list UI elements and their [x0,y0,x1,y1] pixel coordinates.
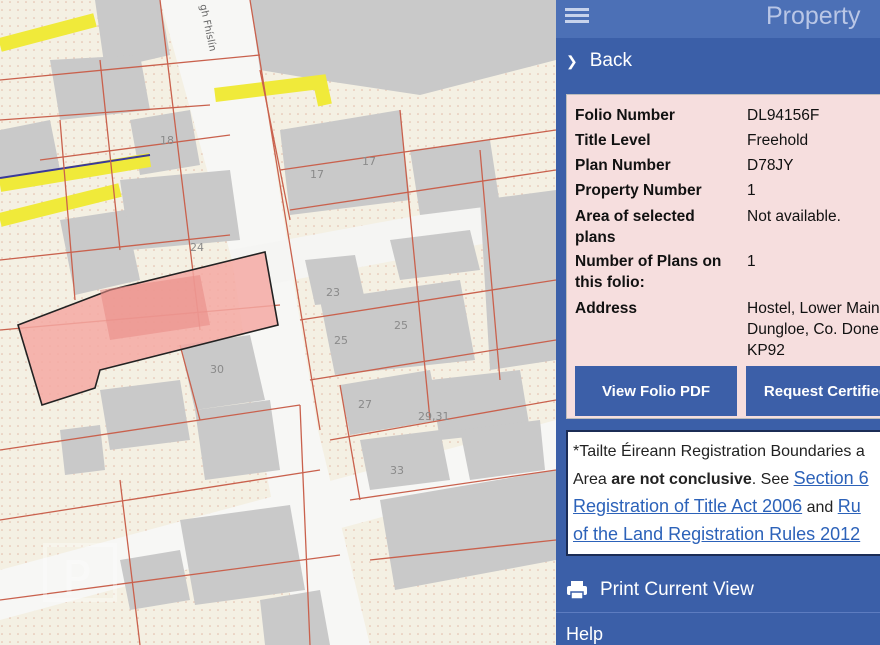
plot-number: 29,31 [418,410,450,423]
disclaimer-notice: *Tailte Éireann Registration Boundaries … [566,430,880,556]
map-view[interactable]: gh Fhíslín 18 17 17 24 23 25 25 30 27 29… [0,0,556,645]
chevron-right-icon: ❯ [566,52,578,69]
back-button[interactable]: ❯ Back [556,38,880,84]
notice-text: . See [751,471,794,488]
field-key: Number of Plans on this folio: [575,253,722,291]
notice-line3: Registration of Title Act 2006 and Ru [573,493,880,521]
field-key: Area of selected plans [575,208,695,246]
plot-number: 25 [334,334,348,347]
divider [556,612,880,613]
panel-title: Property [766,2,861,30]
print-current-view-button[interactable]: Print Current View [556,568,880,612]
hamburger-icon[interactable] [565,5,589,27]
rule-link[interactable]: Ru [838,496,861,516]
notice-bold-text: are not conclusive [611,471,752,488]
field-key: Title Level [575,132,651,149]
field-value: 1 [747,182,756,199]
field-value: 1 [747,253,756,270]
notice-line2: Area are not conclusive. See Section 6 [573,465,880,493]
field-key: Property Number [575,182,702,199]
property-panel: Property ❯ Back Folio Number DL94156F Ti… [556,0,880,645]
plot-number: 30 [210,363,224,376]
field-value: Not available. [747,208,841,225]
field-key: Plan Number [575,157,671,174]
map-canvas[interactable]: gh Fhíslín 18 17 17 24 23 25 25 30 27 29… [0,0,556,645]
plot-number: 24 [190,241,204,254]
field-key: Address [575,300,638,317]
notice-text: and [802,499,838,516]
print-label: Print Current View [600,579,754,600]
panel-header: Property [556,0,880,38]
view-folio-pdf-button[interactable]: View Folio PDF [575,366,737,416]
watermark-text: P [62,551,91,607]
help-link[interactable]: Help [566,624,603,645]
plot-number: 23 [326,286,340,299]
registration-act-link[interactable]: Registration of Title Act 2006 [573,496,802,516]
plot-number: 27 [358,398,372,411]
notice-text: Area [573,471,612,488]
notice-line4: of the Land Registration Rules 2012 [573,521,880,549]
plot-number: 18 [160,134,174,147]
field-value: D78JY [747,157,794,174]
notice-line1: *Tailte Éireann Registration Boundaries … [573,443,865,460]
plot-number: 17 [362,155,376,168]
plot-number: 33 [390,464,404,477]
plot-number: 17 [310,168,324,181]
field-value: DL94156F [747,107,820,124]
back-label: Back [589,50,632,71]
plot-number: 25 [394,319,408,332]
field-value: Hostel, Lower Main Dungloe, Co. Done KP9… [747,300,880,359]
land-registration-rules-link[interactable]: of the Land Registration Rules 2012 [573,524,860,544]
printer-icon [567,581,587,600]
request-certified-button[interactable]: Request Certified [746,366,880,416]
section-link[interactable]: Section 6 [794,468,869,488]
folio-info-box: Folio Number DL94156F Title Level Freeho… [566,94,880,419]
field-value: Freehold [747,132,809,149]
field-key: Folio Number [575,107,675,124]
